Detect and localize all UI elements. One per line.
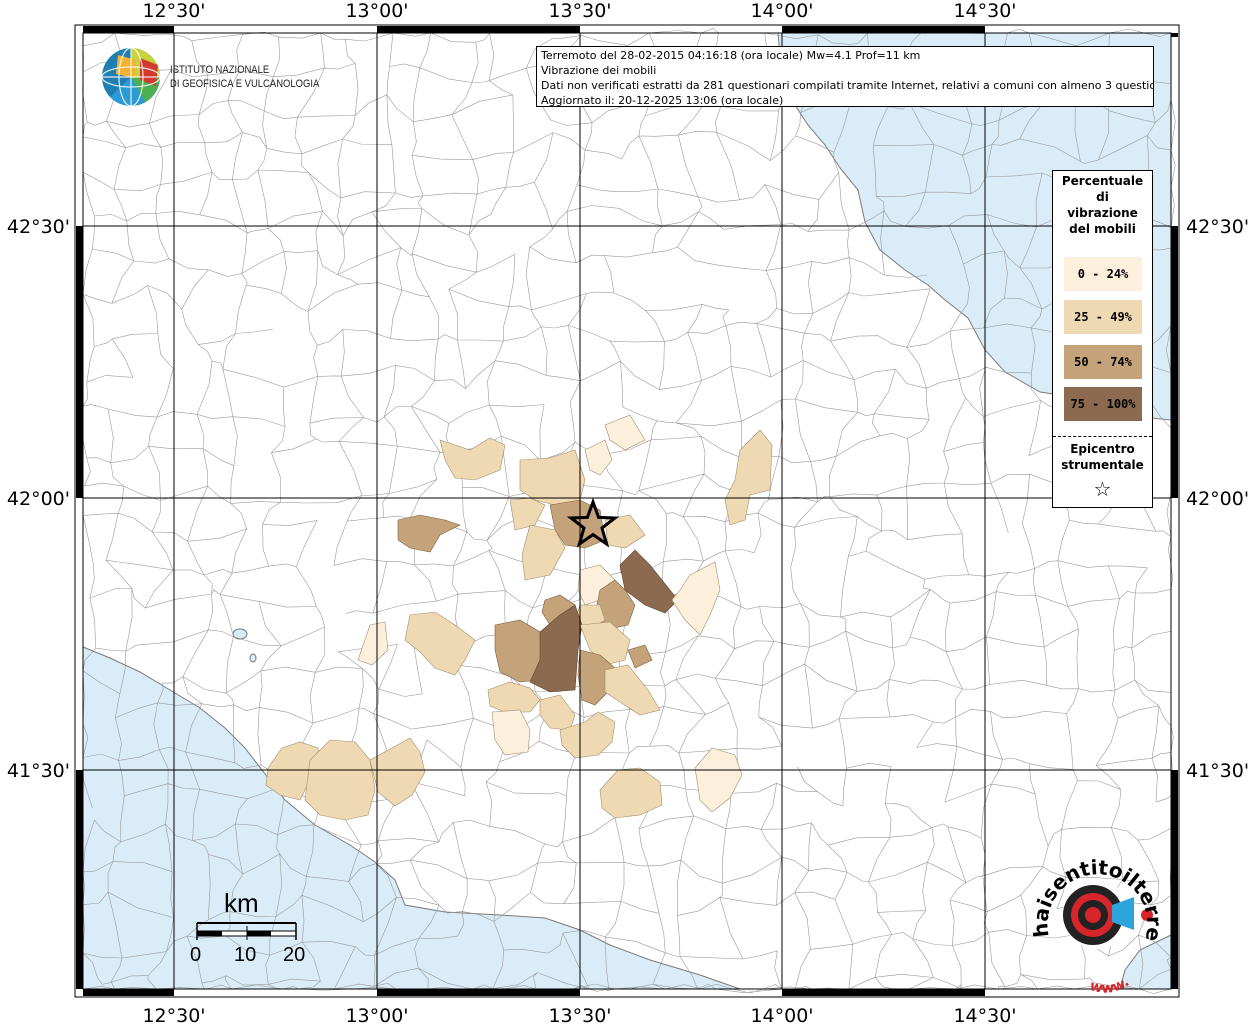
institute-name: ISTITUTO NAZIONALE DI GEOFISICA E VULCAN… <box>170 63 319 91</box>
legend-item-50-74: 50 - 74% <box>1064 345 1142 379</box>
lon-label-bottom: 13°00' <box>345 1005 408 1024</box>
map-canvas: 12°30' 13°00' 13°30' 14°00' 14°30' 12°30… <box>0 0 1249 1027</box>
institute-name-line1: ISTITUTO NAZIONALE <box>170 64 270 76</box>
legend-item-0-24: 0 - 24% <box>1064 257 1142 291</box>
scale-tick-10: 10 <box>234 944 257 966</box>
updated-date: Aggiornato il: 20-12-2025 13:06 (ora loc… <box>541 94 784 107</box>
lon-label-bottom: 13°30' <box>548 1005 611 1024</box>
legend-epicenter-label: Epicentro strumentale <box>1061 442 1144 472</box>
lat-label-left: 42°00' <box>7 488 70 510</box>
legend-label: 0 - 24% <box>1077 267 1129 281</box>
lat-label-left: 42°30' <box>7 216 70 238</box>
map-subject: Vibrazione dei mobili <box>541 64 657 77</box>
lon-label-bottom: 12°30' <box>142 1005 205 1024</box>
legend-label: 50 - 74% <box>1074 355 1132 369</box>
lon-label-top: 13°30' <box>548 0 611 22</box>
lake <box>249 653 257 663</box>
lat-label-right: 42°30' <box>1186 216 1249 238</box>
ingv-logo-icon <box>101 47 161 107</box>
scale-unit: km <box>224 888 259 918</box>
legend: Percentuale di vibrazione del mobili 0 -… <box>1052 170 1153 508</box>
legend-label: 75 - 100% <box>1070 397 1136 411</box>
legend-item-75-100: 75 - 100% <box>1064 387 1142 421</box>
scale-tick-0: 0 <box>190 944 202 966</box>
legend-separator <box>1053 436 1152 437</box>
lon-label-top: 14°30' <box>953 0 1016 22</box>
lon-label-top: 14°00' <box>750 0 813 22</box>
lon-label-top: 13°00' <box>345 0 408 22</box>
legend-star-icon: ☆ <box>1093 477 1112 501</box>
lon-label-bottom: 14°00' <box>750 1005 813 1024</box>
lat-label-right: 42°00' <box>1186 488 1249 510</box>
legend-item-25-49: 25 - 49% <box>1064 300 1142 334</box>
scale-tick-20: 20 <box>283 944 306 966</box>
map-figure: 12°30' 13°00' 13°30' 14°00' 14°30' 12°30… <box>0 0 1255 1027</box>
legend-label: 25 - 49% <box>1074 310 1132 324</box>
event-title: Terremoto del 28-02-2015 04:16:18 (ora l… <box>541 49 921 62</box>
lat-label-right: 41°30' <box>1186 760 1249 782</box>
data-note: Dati non verificati estratti da 281 ques… <box>541 79 1154 92</box>
lon-label-top: 12°30' <box>142 0 205 22</box>
lat-label-left: 41°30' <box>7 760 70 782</box>
institute-name-line2: DI GEOFISICA E VULCANOLOGIA <box>170 78 320 90</box>
lon-label-bottom: 14°30' <box>953 1005 1016 1024</box>
event-info-box: Terremoto del 28-02-2015 04:16:18 (ora l… <box>536 46 1154 107</box>
legend-title: Percentuale di vibrazione del mobili <box>1061 174 1144 236</box>
